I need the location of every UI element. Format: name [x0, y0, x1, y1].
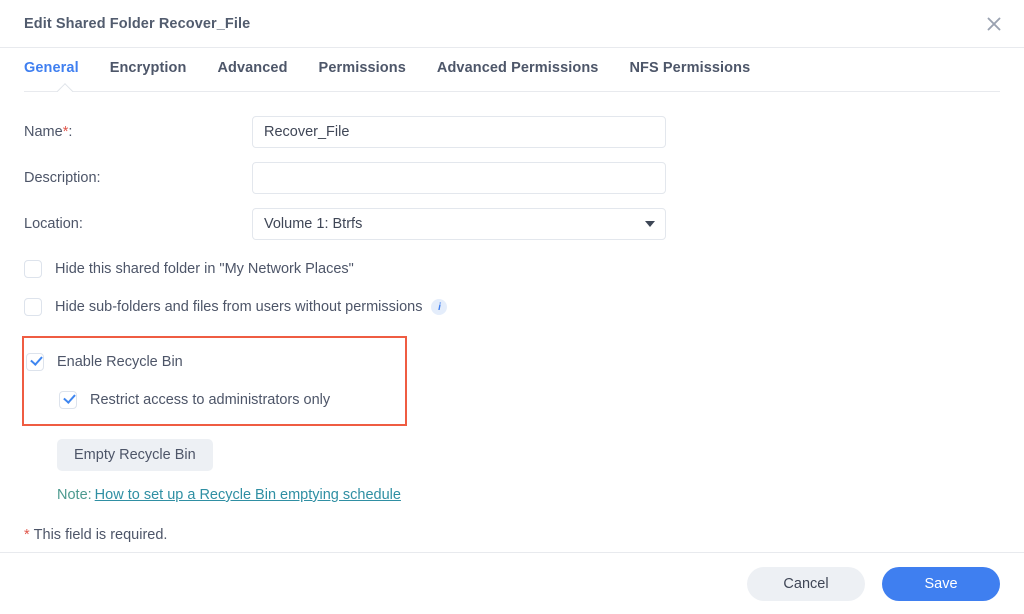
- tab-encryption[interactable]: Encryption: [110, 60, 187, 80]
- hide-folder-label[interactable]: Hide this shared folder in "My Network P…: [55, 261, 354, 277]
- dialog-title: Edit Shared Folder Recover_File: [0, 16, 250, 32]
- name-label-colon: :: [68, 124, 72, 140]
- hide-folder-checkbox[interactable]: [24, 260, 42, 278]
- tabbar: General Encryption Advanced Permissions …: [0, 48, 1024, 92]
- tab-advanced-permissions-label: Advanced Permissions: [437, 60, 599, 76]
- required-field-note: *This field is required.: [24, 527, 1000, 543]
- location-select[interactable]: Volume 1: Btrfs: [252, 208, 666, 240]
- close-icon[interactable]: [978, 8, 1010, 40]
- cancel-button[interactable]: Cancel: [747, 567, 865, 601]
- recycle-bin-schedule-link[interactable]: How to set up a Recycle Bin emptying sch…: [95, 487, 401, 503]
- enable-recycle-bin-row[interactable]: Enable Recycle Bin: [26, 347, 405, 377]
- restrict-admins-row[interactable]: Restrict access to administrators only: [59, 385, 405, 415]
- tab-general[interactable]: General: [24, 60, 79, 80]
- name-row: Name*:: [24, 112, 1000, 152]
- hide-subfolders-checkbox[interactable]: [24, 298, 42, 316]
- required-marker: *: [24, 527, 30, 543]
- empty-recycle-bin-button[interactable]: Empty Recycle Bin: [57, 439, 213, 471]
- recycle-bin-note: Note:How to set up a Recycle Bin emptyin…: [57, 487, 1000, 503]
- dialog-titlebar: Edit Shared Folder Recover_File: [0, 0, 1024, 48]
- info-icon[interactable]: i: [431, 299, 447, 315]
- name-label: Name*:: [24, 124, 252, 140]
- recycle-bin-highlight-box: Enable Recycle Bin Restrict access to ad…: [22, 336, 407, 426]
- active-tab-indicator: [56, 83, 74, 92]
- save-button[interactable]: Save: [882, 567, 1000, 601]
- location-row: Location: Volume 1: Btrfs: [24, 204, 1000, 244]
- name-input[interactable]: [252, 116, 666, 148]
- description-input[interactable]: [252, 162, 666, 194]
- tab-encryption-label: Encryption: [110, 60, 187, 76]
- restrict-admins-checkbox[interactable]: [59, 391, 77, 409]
- hide-subfolders-row[interactable]: Hide sub-folders and files from users wi…: [24, 292, 1000, 322]
- hide-subfolders-label[interactable]: Hide sub-folders and files from users wi…: [55, 299, 422, 315]
- note-prefix: Note:: [57, 487, 92, 503]
- location-label: Location:: [24, 216, 252, 232]
- location-select-wrap: Volume 1: Btrfs: [252, 208, 666, 240]
- edit-shared-folder-dialog: Edit Shared Folder Recover_File General …: [0, 0, 1024, 614]
- description-row: Description:: [24, 158, 1000, 198]
- tab-general-label: General: [24, 60, 79, 76]
- tab-advanced-permissions[interactable]: Advanced Permissions: [437, 60, 599, 80]
- dialog-body: Name*: Description: Location: Volume 1: …: [0, 92, 1024, 552]
- tab-nfs-permissions[interactable]: NFS Permissions: [629, 60, 750, 80]
- restrict-admins-label[interactable]: Restrict access to administrators only: [90, 392, 330, 408]
- name-label-text: Name: [24, 124, 63, 140]
- tab-nfs-permissions-label: NFS Permissions: [629, 60, 750, 76]
- required-note-text: This field is required.: [34, 527, 168, 543]
- description-label: Description:: [24, 170, 252, 186]
- enable-recycle-bin-checkbox[interactable]: [26, 353, 44, 371]
- dialog-footer: Cancel Save: [0, 552, 1024, 614]
- location-selected-value: Volume 1: Btrfs: [264, 216, 362, 232]
- tab-permissions-label: Permissions: [319, 60, 406, 76]
- tab-advanced-label: Advanced: [217, 60, 287, 76]
- tab-permissions[interactable]: Permissions: [319, 60, 406, 80]
- tab-advanced[interactable]: Advanced: [217, 60, 287, 80]
- enable-recycle-bin-label[interactable]: Enable Recycle Bin: [57, 354, 183, 370]
- hide-folder-row[interactable]: Hide this shared folder in "My Network P…: [24, 254, 1000, 284]
